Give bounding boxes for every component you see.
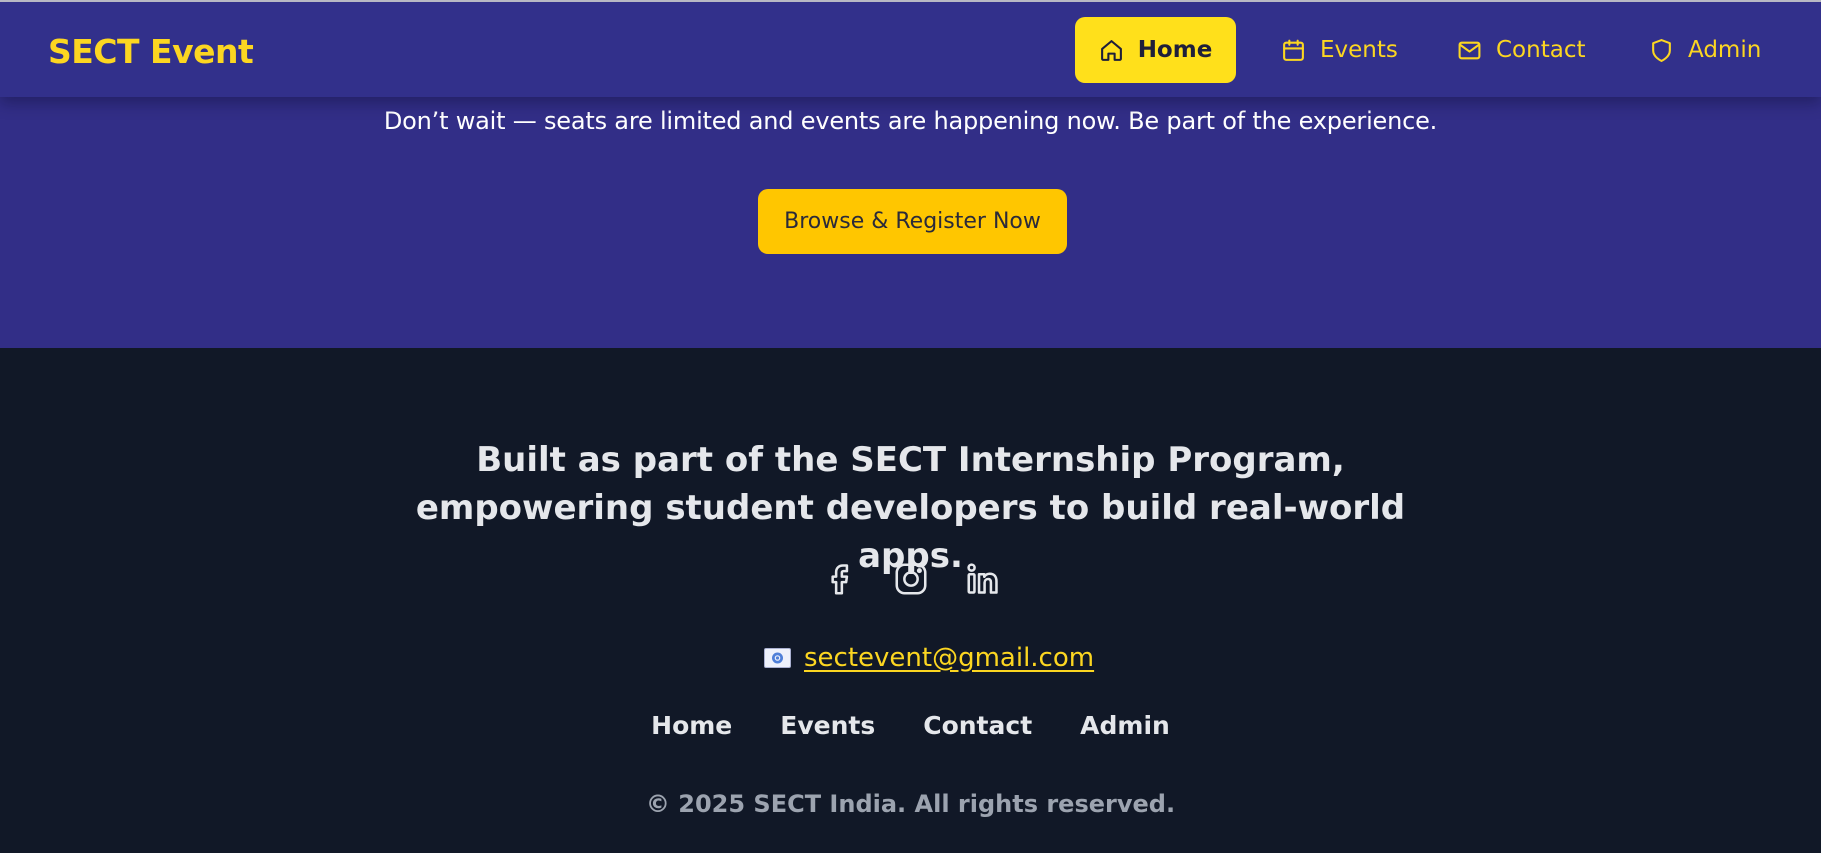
- brand-logo[interactable]: SECT Event: [48, 32, 254, 72]
- copyright-text: © 2025 SECT India. All rights reserved.: [645, 790, 1176, 818]
- facebook-icon: [831, 564, 849, 595]
- home-icon: [1100, 39, 1122, 61]
- nav-admin-label: Admin: [1688, 37, 1762, 63]
- nav-contact-label: Contact: [1496, 37, 1586, 63]
- nav-events[interactable]: Events: [1281, 17, 1398, 83]
- instagram-icon: [895, 563, 927, 595]
- footer: Built as part of the SECT Internship Pro…: [0, 348, 1821, 853]
- browse-register-button[interactable]: Browse & Register Now: [758, 189, 1067, 254]
- footer-link-admin[interactable]: Admin: [1080, 708, 1170, 744]
- footer-link-home[interactable]: Home: [651, 708, 732, 744]
- window-top-border: [0, 0, 1821, 2]
- social-links: [820, 560, 1002, 600]
- footer-tagline: Built as part of the SECT Internship Pro…: [415, 440, 1406, 576]
- facebook-link[interactable]: [820, 560, 858, 598]
- calendar-icon: [1283, 39, 1304, 61]
- linkedin-icon: [967, 563, 998, 594]
- email-link[interactable]: sectevent@gmail.com: [804, 643, 1094, 673]
- nav-admin[interactable]: Admin: [1649, 17, 1761, 83]
- navbar: SECT Event Home Events Contact Admin: [0, 2, 1821, 97]
- instagram-link[interactable]: [892, 560, 930, 598]
- footer-nav: Home Events Contact Admin: [0, 708, 1821, 744]
- nav-events-label: Events: [1320, 37, 1398, 63]
- hero-text: Don’t wait — seats are limited and event…: [383, 107, 1438, 135]
- nav-contact[interactable]: Contact: [1457, 17, 1585, 83]
- shield-icon: [1652, 38, 1671, 62]
- email-row: sectevent@gmail.com: [764, 640, 1094, 676]
- nav-home[interactable]: Home: [1075, 17, 1236, 83]
- mail-icon: [1458, 41, 1481, 59]
- nav-home-label: Home: [1137, 37, 1213, 63]
- footer-link-contact[interactable]: Contact: [923, 708, 1032, 744]
- linkedin-link[interactable]: [964, 560, 1002, 598]
- email-emoji-icon: [764, 648, 791, 668]
- footer-link-events[interactable]: Events: [780, 708, 875, 744]
